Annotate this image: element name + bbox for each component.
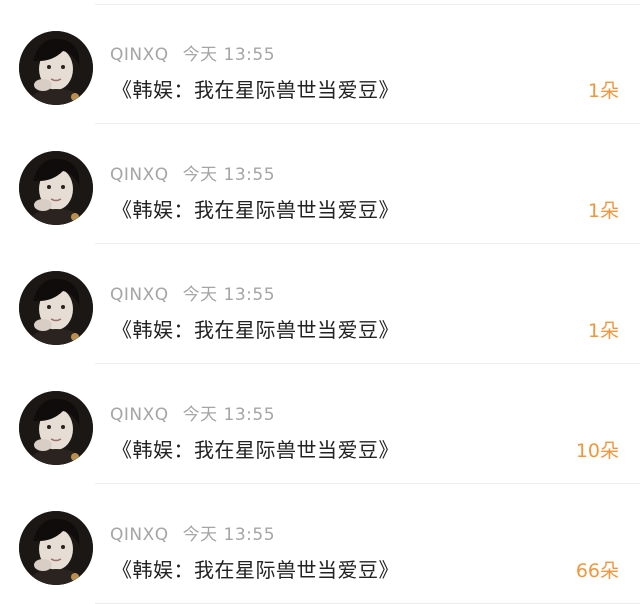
avatar[interactable]	[19, 271, 93, 345]
timestamp: 今天 13:55	[182, 165, 276, 185]
gift-message-list: QINXQ 今天 13:55 《韩娱：我在星际兽世当爱豆》 1朵 QINXQ 今天 …	[0, 0, 640, 604]
gift-amount: 66朵	[575, 560, 619, 582]
avatar[interactable]	[19, 31, 93, 105]
message-meta: QINXQ 今天 13:55	[110, 40, 276, 65]
username[interactable]: QINXQ	[110, 525, 169, 545]
list-item[interactable]: QINXQ 今天 13:55 《韩娱：我在星际兽世当爱豆》 1朵	[0, 4, 640, 124]
list-item[interactable]: QINXQ 今天 13:55 《韩娱：我在星际兽世当爱豆》 10朵	[0, 364, 640, 484]
message-meta: QINXQ 今天 13:55	[110, 400, 276, 425]
book-title[interactable]: 《韩娱：我在星际兽世当爱豆》	[112, 314, 399, 343]
timestamp: 今天 13:55	[182, 45, 276, 65]
username[interactable]: QINXQ	[110, 45, 169, 65]
username[interactable]: QINXQ	[110, 165, 169, 185]
avatar[interactable]	[19, 151, 93, 225]
gift-amount: 1朵	[587, 200, 619, 222]
book-title[interactable]: 《韩娱：我在星际兽世当爱豆》	[112, 194, 399, 223]
gift-amount: 10朵	[575, 440, 619, 462]
list-item[interactable]: QINXQ 今天 13:55 《韩娱：我在星际兽世当爱豆》 66朵	[0, 484, 640, 604]
timestamp: 今天 13:55	[182, 285, 276, 305]
message-meta: QINXQ 今天 13:55	[110, 280, 276, 305]
list-item[interactable]: QINXQ 今天 13:55 《韩娱：我在星际兽世当爱豆》 1朵	[0, 124, 640, 244]
book-title[interactable]: 《韩娱：我在星际兽世当爱豆》	[112, 434, 399, 463]
list-item[interactable]: QINXQ 今天 13:55 《韩娱：我在星际兽世当爱豆》 1朵	[0, 244, 640, 364]
gift-amount: 1朵	[587, 320, 619, 342]
avatar-portrait-icon	[19, 271, 93, 345]
username[interactable]: QINXQ	[110, 285, 169, 305]
avatar[interactable]	[19, 511, 93, 585]
book-title[interactable]: 《韩娱：我在星际兽世当爱豆》	[112, 554, 399, 583]
avatar-portrait-icon	[19, 151, 93, 225]
username[interactable]: QINXQ	[110, 405, 169, 425]
message-meta: QINXQ 今天 13:55	[110, 160, 276, 185]
book-title[interactable]: 《韩娱：我在星际兽世当爱豆》	[112, 74, 399, 103]
avatar-portrait-icon	[19, 391, 93, 465]
timestamp: 今天 13:55	[182, 405, 276, 425]
timestamp: 今天 13:55	[182, 525, 276, 545]
avatar-portrait-icon	[19, 31, 93, 105]
avatar-portrait-icon	[19, 511, 93, 585]
message-meta: QINXQ 今天 13:55	[110, 520, 276, 545]
avatar[interactable]	[19, 391, 93, 465]
gift-amount: 1朵	[587, 80, 619, 102]
